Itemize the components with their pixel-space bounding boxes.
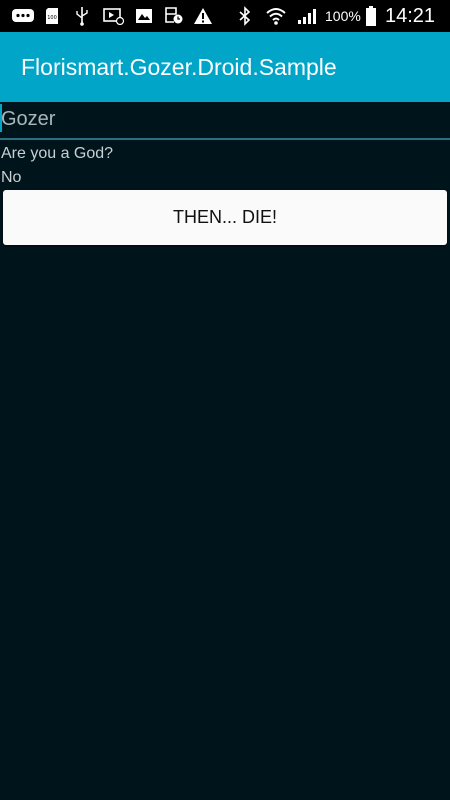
screen-mirroring-icon bbox=[102, 6, 126, 26]
app-screen: 100 100% 14:21 Florismart.Gozer.Droid.Sa… bbox=[0, 0, 450, 800]
bluetooth-icon bbox=[237, 6, 253, 26]
clock-time: 14:21 bbox=[385, 5, 436, 27]
status-bar: 100 100% 14:21 bbox=[0, 0, 450, 32]
usb-icon bbox=[74, 6, 90, 26]
app-title: Florismart.Gozer.Droid.Sample bbox=[21, 54, 337, 80]
signal-icon bbox=[296, 6, 320, 26]
messages-icon bbox=[10, 6, 36, 26]
warning-icon bbox=[192, 6, 214, 26]
answer-label: No bbox=[1, 169, 22, 186]
app-bar: Florismart.Gozer.Droid.Sample bbox=[0, 32, 450, 102]
sim-card-icon: 100 bbox=[44, 6, 60, 26]
clock-notification-icon bbox=[164, 6, 184, 26]
name-entry-field[interactable] bbox=[1, 102, 441, 136]
name-entry-container bbox=[0, 102, 450, 140]
then-die-button[interactable]: THEN... DIE! bbox=[3, 190, 447, 245]
question-label: Are you a God? bbox=[1, 145, 114, 162]
svg-text:100: 100 bbox=[47, 15, 57, 21]
gallery-icon bbox=[134, 6, 154, 26]
battery-icon bbox=[364, 6, 378, 26]
battery-percent: 100% bbox=[325, 8, 361, 24]
wifi-icon bbox=[264, 6, 288, 26]
